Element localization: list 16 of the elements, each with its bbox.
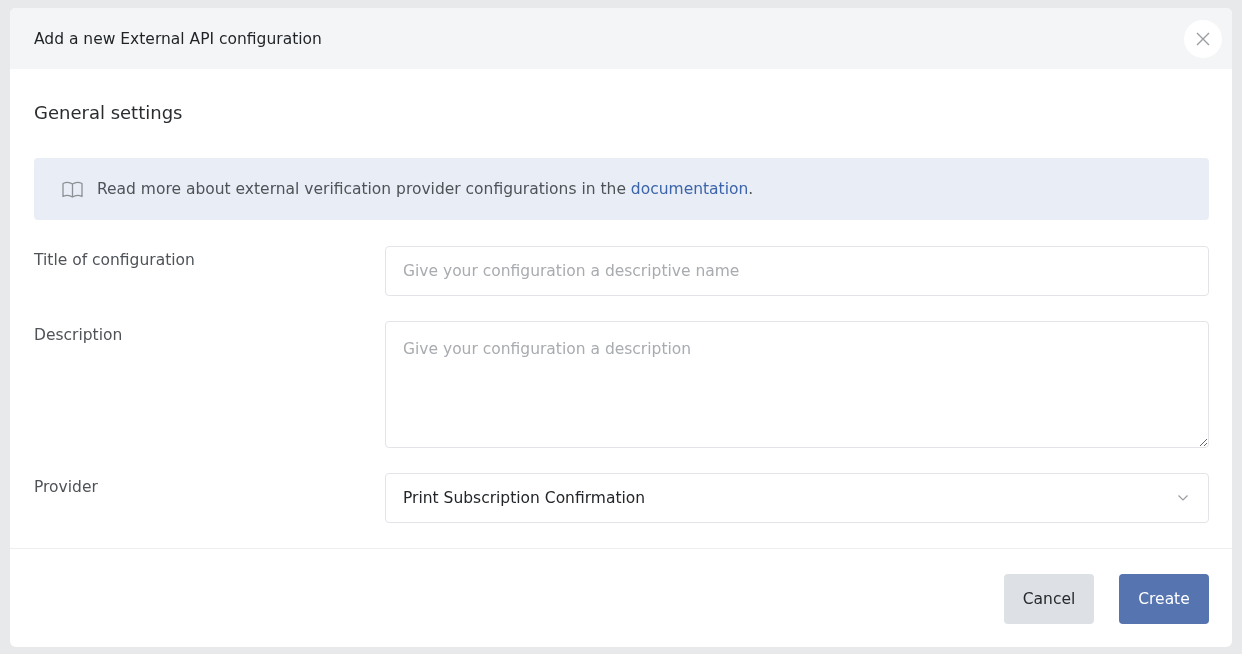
field-label: Title of configuration: [34, 250, 196, 271]
chevron-down-icon: [1178, 495, 1188, 502]
field-label: Description: [34, 325, 124, 346]
section-title: General settings: [34, 101, 184, 126]
close-icon: [1196, 31, 1210, 46]
field-label: Provider: [34, 477, 99, 498]
cancel-button[interactable]: Cancel: [1004, 574, 1094, 625]
provider-select[interactable]: Print Subscription Confirmation: [385, 473, 1209, 524]
textarea-field[interactable]: Give your configuration a description: [385, 321, 1209, 449]
create-button[interactable]: Create: [1119, 574, 1209, 625]
book-icon: [62, 180, 83, 198]
dialog-title: Add a new External API configuration: [34, 29, 322, 48]
input-field[interactable]: Give your configuration a descriptive name: [385, 246, 1209, 297]
documentation-link[interactable]: documentation: [630, 180, 749, 199]
info-text: Read more about external verification provider configurations in the documentation.: [97, 180, 754, 199]
close-button[interactable]: [1184, 19, 1222, 58]
